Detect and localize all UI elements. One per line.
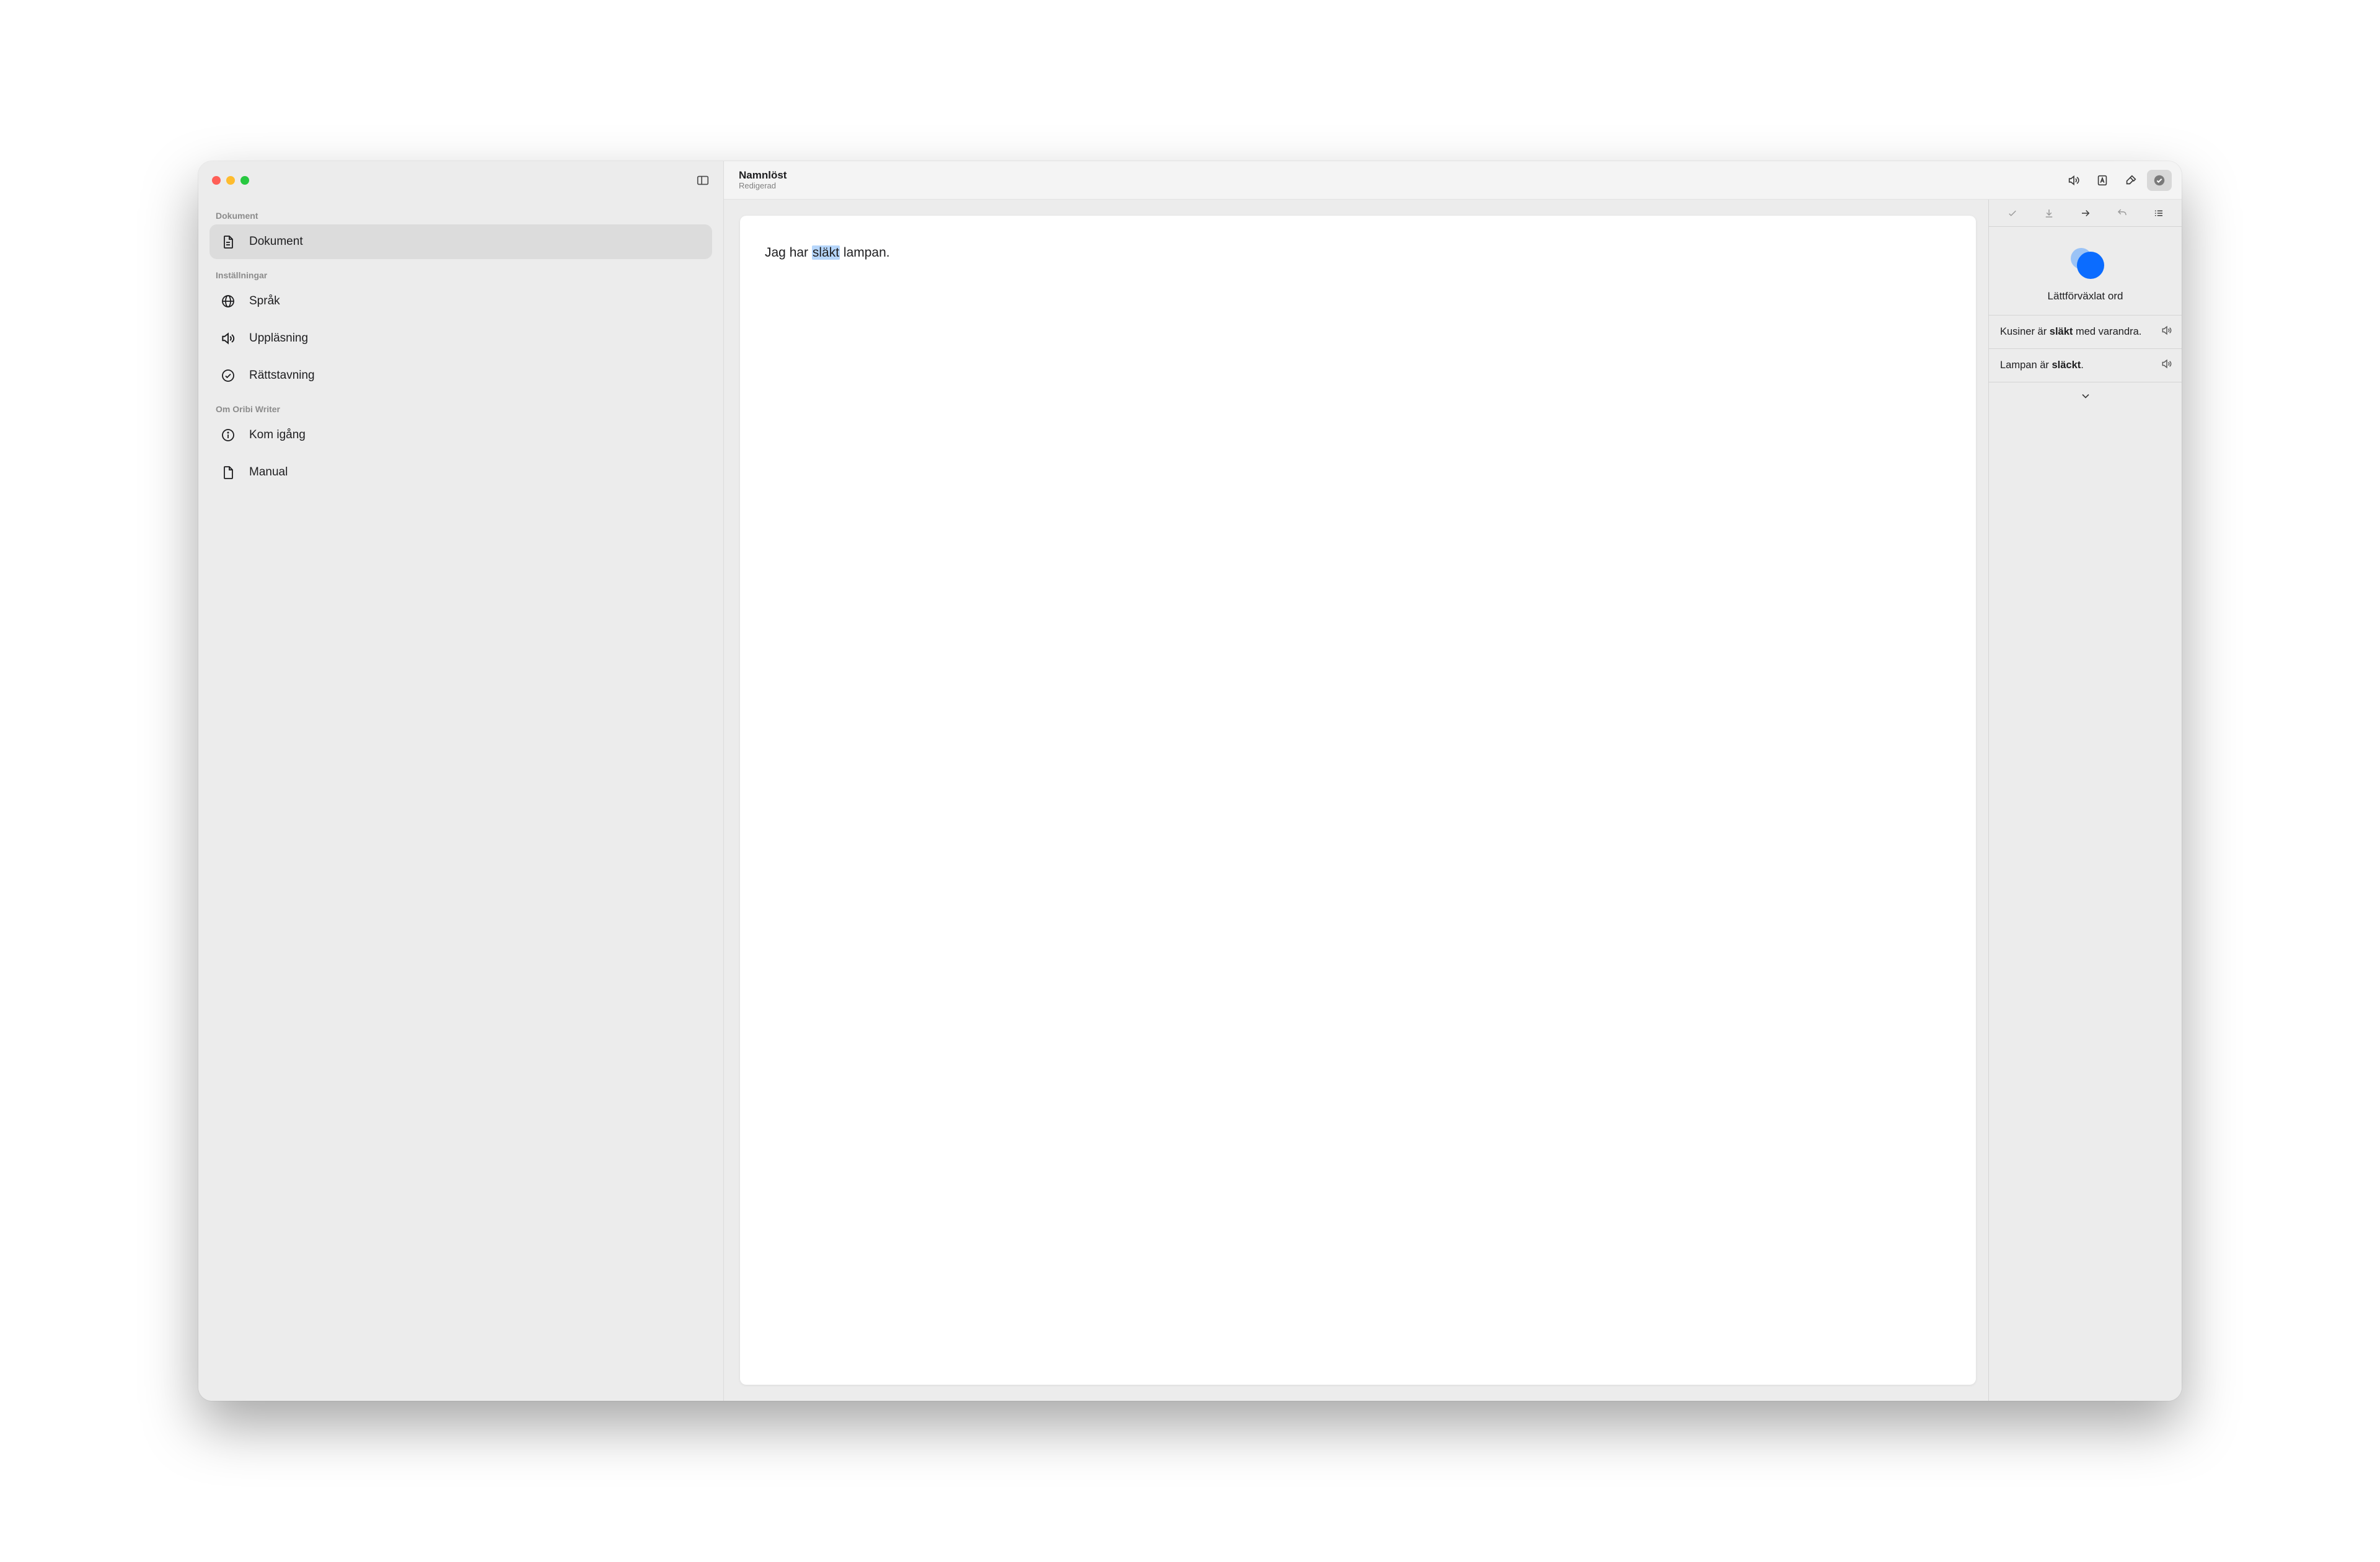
traffic-lights [209,176,249,185]
inspector-panel: Lättförväxlat ord Kusiner är släkt med v… [1988,200,2182,1401]
expand-suggestions-button[interactable] [1989,382,2182,410]
sidebar: Dokument Dokument Inställningar [198,161,724,1401]
speak-example-button[interactable] [2161,324,2173,340]
sidebar-item-label: Språk [249,294,280,308]
sidebar-item-label: Dokument [249,235,303,249]
info-icon [219,426,237,444]
example-sentence[interactable]: Kusiner är släkt med varandra. [1989,315,2182,349]
check-circle-icon [219,367,237,384]
app-window: Dokument Dokument Inställningar [198,161,2182,1401]
sidebar-item-label: Rättstavning [249,369,315,382]
example-text: Kusiner är släkt med varandra. [2000,326,2141,338]
highlighted-word[interactable]: släkt [812,245,840,260]
sidebar-item-label: Manual [249,466,288,479]
insert-suggestion-button[interactable] [2035,203,2063,223]
titlebar: Namnlöst Redigerad [724,161,2182,200]
accept-suggestion-button[interactable] [1999,203,2026,223]
read-aloud-button[interactable] [2061,170,2086,191]
undo-button[interactable] [2109,203,2136,223]
section-label: Om Oribi Writer [209,393,712,418]
document-title-block: Namnlöst Redigerad [739,169,787,190]
document-page[interactable]: Jag har släkt lampan. [740,216,1976,1385]
example-text: Lampan är släckt. [2000,360,2084,371]
next-issue-button[interactable] [2072,203,2099,223]
editor-text-before: Jag har [765,245,812,260]
sidebar-item-spellcheck[interactable]: Rättstavning [209,358,712,393]
clean-button[interactable] [2118,170,2143,191]
sidebar-item-manual[interactable]: Manual [209,455,712,490]
editor-text-after: lampan. [840,245,890,260]
window-controls-row [209,161,712,200]
zoom-window-button[interactable] [240,176,249,185]
inspector-caption: Lättförväxlat ord [2048,290,2123,302]
sidebar-item-language[interactable]: Språk [209,284,712,319]
sidebar-item-label: Uppläsning [249,332,308,345]
section-label: Inställningar [209,259,712,284]
confusable-word-icon [2068,244,2103,279]
speak-example-button[interactable] [2161,358,2173,373]
sidebar-item-getting-started[interactable]: Kom igång [209,418,712,452]
toggle-sidebar-button[interactable] [694,171,712,190]
minimize-window-button[interactable] [226,176,235,185]
sidebar-item-document[interactable]: Dokument [209,224,712,259]
list-issues-button[interactable] [2145,203,2172,223]
example-sentence[interactable]: Lampan är släckt. [1989,349,2182,382]
main-area: Namnlöst Redigerad [724,161,2182,1401]
inspector-toolbar [1989,200,2182,227]
globe-icon [219,293,237,310]
check-button[interactable] [2147,170,2172,191]
section-label: Dokument [209,200,712,224]
document-status: Redigerad [739,182,787,191]
inspector-hero: Lättförväxlat ord [1989,227,2182,315]
speaker-icon [219,330,237,347]
dictionary-button[interactable] [2090,170,2115,191]
sidebar-item-readaloud[interactable]: Uppläsning [209,321,712,356]
close-window-button[interactable] [212,176,221,185]
sidebar-item-label: Kom igång [249,428,306,442]
document-icon [219,233,237,250]
document-icon [219,464,237,481]
document-title: Namnlöst [739,169,787,182]
editor-area: Jag har släkt lampan. [724,200,1988,1401]
